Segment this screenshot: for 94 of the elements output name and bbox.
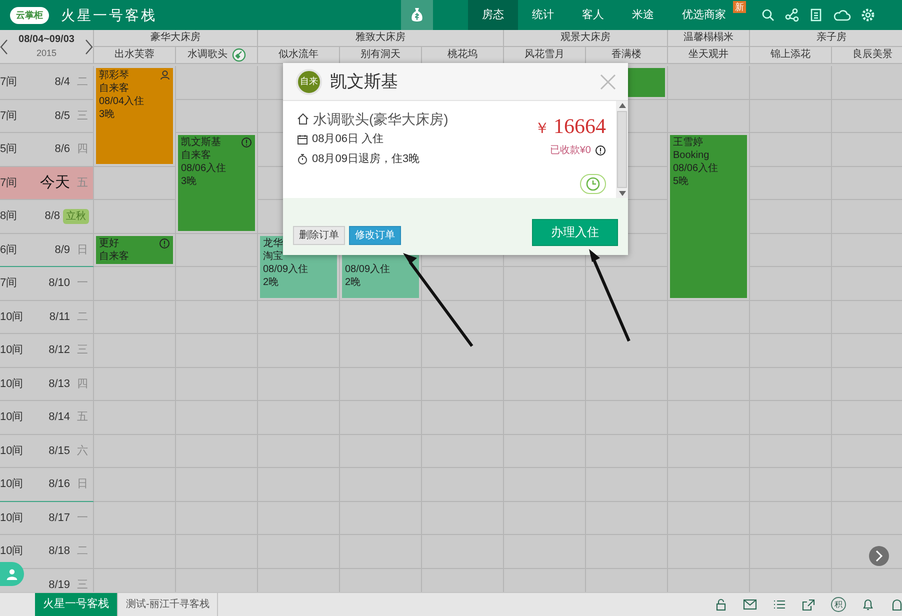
checkin-date: 08/04入住: [99, 95, 144, 108]
day-date: 8/10: [48, 276, 70, 291]
weekday-label: 五: [77, 176, 89, 190]
weekday-label: 三: [77, 578, 89, 592]
day-date: 8/19: [48, 578, 70, 592]
logo: 云掌柜: [10, 7, 49, 24]
room-count: 10间: [0, 444, 24, 458]
checkin-text: 08月06日 入住: [312, 132, 384, 147]
booking-source: 淘宝: [263, 250, 283, 262]
weekday-label: 三: [77, 343, 89, 358]
day-date: 8/6: [54, 142, 70, 157]
room-count: 7间: [0, 108, 18, 124]
year-label: 2015: [35, 47, 58, 60]
day-date: 8/9: [54, 242, 70, 258]
weekday-label: 六: [77, 444, 89, 458]
nights-count: 2晚: [345, 276, 361, 288]
nights-count: 5晚: [673, 175, 689, 188]
guest-name: 郭彩琴: [99, 69, 129, 82]
day-date: 8/13: [48, 376, 70, 392]
guest-name: 王雪婷: [673, 136, 703, 149]
weekday-label: 二: [77, 544, 89, 559]
guest-name: 龙华: [263, 236, 283, 250]
room-type-header: 雅致大床房: [258, 30, 504, 47]
guest-name: 凯文斯基: [181, 136, 221, 149]
day-date: 8/17: [48, 510, 70, 526]
weekday-label: 二: [77, 310, 89, 324]
weekday-label: 五: [77, 410, 89, 425]
room-header: 良辰美景: [852, 48, 892, 62]
weekday-label: 日: [77, 477, 89, 492]
nights-count: 2晚: [263, 276, 279, 288]
checkin-date: 08/09入住: [345, 262, 390, 276]
room-header: 桃花坞: [448, 48, 478, 62]
day-date: 8/15: [48, 444, 70, 458]
nights-count: 3晚: [99, 108, 115, 121]
weekday-label: 日: [77, 242, 89, 258]
checkin-date: 08/06入住: [673, 162, 718, 175]
weekday-label: 二: [77, 75, 89, 90]
checkin-date: 08/06入住: [181, 162, 226, 175]
room-count: 6间: [0, 242, 18, 258]
room-header: 别有洞天: [360, 48, 400, 62]
date-range: 08/04~09/03: [18, 33, 74, 48]
price-amount: ￥ 16664: [534, 113, 606, 140]
day-date: 8/14: [48, 410, 70, 425]
room-header: 香满楼: [612, 48, 642, 62]
room-name: 水调歌头(豪华大床房): [313, 111, 448, 127]
room-header: 出水芙蓉: [114, 48, 154, 62]
room-count: 7间: [0, 75, 18, 90]
room-count: 10间: [0, 510, 24, 526]
room-count: 10间: [0, 343, 24, 358]
booking-source: 自来客: [99, 250, 129, 262]
day-date: 8/16: [48, 477, 70, 492]
source-avatar: 自来: [296, 68, 322, 94]
day-date: 8/8: [44, 209, 60, 224]
room-count: 10间: [0, 544, 24, 559]
room-count: 10间: [0, 310, 24, 324]
day-date: 8/4: [54, 75, 70, 90]
room-count: 7间: [0, 176, 18, 190]
room-header: 风花雪月: [524, 48, 564, 62]
room-header: 水调歌头: [188, 48, 228, 62]
app-title: 火星一号客栈: [61, 6, 158, 25]
weekday-label: 三: [77, 108, 89, 124]
weekday-label: 四: [77, 142, 89, 157]
day-date: 8/11: [49, 310, 70, 324]
paid-amount: 已收款¥0: [550, 144, 591, 158]
room-header: 锦上添花: [770, 48, 810, 62]
day-date: 8/18: [48, 544, 70, 559]
room-count: 8间: [0, 209, 18, 224]
room-type-header: 亲子房: [750, 30, 902, 47]
room-type-header: 豪华大床房: [94, 30, 258, 47]
booking-source: Booking: [673, 149, 710, 162]
day-date: 今天: [40, 172, 70, 192]
room-header: 坐天观井: [688, 48, 728, 62]
guest-name: 凯文斯基: [330, 70, 398, 93]
guest-name: 更好: [99, 236, 119, 250]
checkin-date: 08/09入住: [263, 262, 308, 276]
weekday-label: 四: [77, 376, 89, 392]
room-count: 7间: [0, 276, 18, 291]
booking-source: 自来客: [99, 82, 129, 95]
weekday-label: 一: [77, 510, 89, 526]
room-count: 10间: [0, 376, 24, 392]
room-header: 似水流年: [278, 48, 318, 62]
day-date: 8/5: [54, 108, 70, 124]
room-count: 10间: [0, 477, 24, 492]
new-badge: 新: [733, 1, 746, 13]
festival-tag: 立秋: [63, 208, 89, 224]
room-count: 5间: [0, 142, 18, 157]
day-date: 8/12: [48, 343, 70, 358]
room-type-header: 温馨榻榻米: [668, 30, 750, 47]
room-count: 10间: [0, 410, 24, 425]
nights-count: 3晚: [181, 175, 197, 188]
checkout-text: 08月09日退房，住3晚: [312, 152, 420, 167]
weekday-label: 一: [77, 276, 89, 291]
booking-source: 自来客: [181, 149, 211, 162]
room-type-header: 观景大床房: [504, 30, 668, 47]
